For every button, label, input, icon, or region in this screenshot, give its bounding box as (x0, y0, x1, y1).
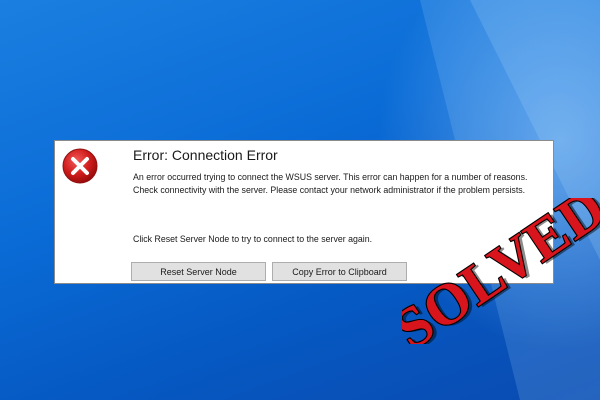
solved-stamp: SOLVED SOLVED (402, 198, 600, 344)
solved-stamp-text: SOLVED (402, 198, 600, 344)
error-message: An error occurred trying to connect the … (133, 172, 528, 195)
reset-hint: Click Reset Server Node to try to connec… (133, 234, 373, 244)
dialog-title: Error: Connection Error (133, 147, 278, 163)
copy-error-button[interactable]: Copy Error to Clipboard (272, 262, 407, 281)
error-x-icon (62, 148, 98, 184)
reset-server-node-button[interactable]: Reset Server Node (131, 262, 266, 281)
